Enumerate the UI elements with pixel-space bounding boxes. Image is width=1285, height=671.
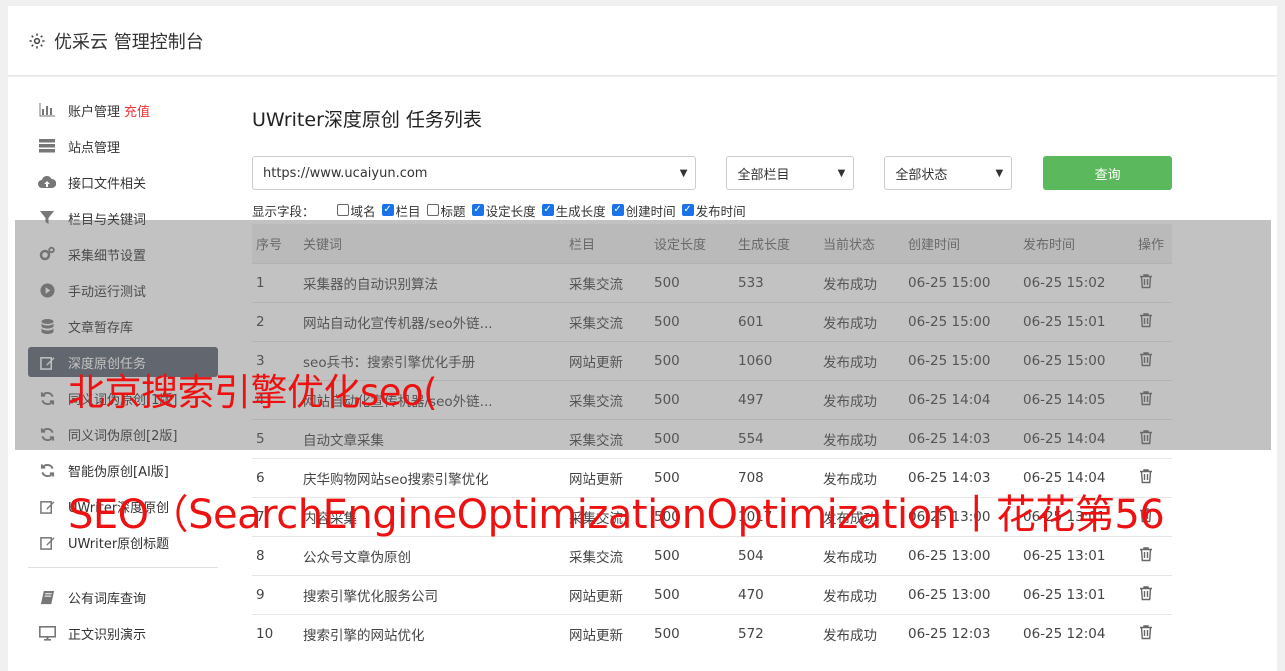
sidebar-item[interactable]: 正文识别演示 (28, 618, 218, 648)
sidebar-item-label: 正文识别演示 (68, 627, 147, 643)
sidebar-item-label: 智能伪原创[AI版] (68, 464, 169, 480)
table-cell: 06-25 13:01 (1019, 574, 1134, 614)
checkbox-box[interactable]: ✓ (471, 204, 484, 216)
field-checkbox-label: 发布时间 (695, 203, 746, 219)
status-select[interactable]: 全部状态 ▼ (884, 156, 1013, 190)
gear-icon (28, 32, 46, 50)
status-cell: 发布成功 (819, 535, 904, 575)
actions-cell (1134, 613, 1172, 653)
edit-icon (38, 533, 56, 551)
field-checkbox-label: 设定长度 (485, 203, 536, 219)
watermark-text-1: 北京搜索引擎优化seo( (68, 371, 438, 414)
table-cell: 采集交流 (565, 535, 650, 575)
status-cell: 发布成功 (819, 574, 904, 614)
table-cell: 500 (650, 613, 734, 653)
table-cell: 9 (252, 574, 299, 614)
table-cell: 8 (252, 535, 299, 575)
query-button[interactable]: 查询 (1043, 156, 1172, 190)
table-row: 9 搜索引擎优化服务公司 网站更新 500 470 发布成功 06-25 13:00 06-2… (252, 574, 1172, 614)
display-fields-label: 显示字段： (252, 203, 315, 219)
sidebar-item[interactable]: 接口文件相关 (28, 167, 218, 197)
checkbox-box[interactable] (426, 204, 439, 216)
column-select[interactable]: 全部栏目 ▼ (726, 156, 855, 190)
table-row: 10 搜索引擎的网站优化 网站更新 500 572 发布成功 06-25 12:03 06-2… (252, 613, 1172, 653)
field-checkbox[interactable]: ✓ 发布时间 (681, 201, 746, 220)
edit-icon (38, 497, 56, 515)
chevron-down-icon: ▼ (995, 167, 1004, 179)
app-header: 优采云 管理控制台 (8, 6, 1277, 76)
table-cell: 500 (650, 535, 734, 575)
bar-chart-icon (38, 101, 56, 119)
table-cell: 06-25 13:01 (1019, 535, 1134, 575)
checkbox-box[interactable] (336, 204, 349, 216)
table-cell: 572 (734, 613, 819, 653)
table-cell: 06-25 13:00 (904, 574, 1019, 614)
field-checkbox[interactable]: ✓ 生成长度 (541, 201, 606, 220)
sidebar-item[interactable]: 站点管理 (28, 131, 218, 161)
app-title: 优采云 管理控制台 (54, 31, 204, 53)
sidebar-item-label: 站点管理 (68, 140, 121, 156)
recharge-link[interactable]: 充值 (124, 101, 150, 120)
status-cell: 发布成功 (819, 613, 904, 653)
field-checkbox-label: 生成长度 (555, 203, 606, 219)
cloud-upload-icon (38, 173, 56, 191)
filter-bar: https://www.ucaiyun.com ▼ 全部栏目 ▼ 全部状态 ▼ … (252, 156, 1172, 190)
table-row: 8 公众号文章伪原创 采集交流 500 504 发布成功 06-25 13:00 06-25 … (252, 535, 1172, 575)
sidebar-divider (28, 567, 218, 568)
field-checkbox[interactable]: 标题 (426, 201, 466, 220)
site-select-value: https://www.ucaiyun.com (263, 165, 428, 181)
book-icon (38, 588, 56, 606)
table-cell: 470 (734, 574, 819, 614)
field-checkbox-label: 创建时间 (625, 203, 676, 219)
table-cell: 网站更新 (565, 613, 650, 653)
checkbox-box[interactable]: ✓ (381, 204, 394, 216)
sidebar-item-label: 接口文件相关 (68, 176, 147, 192)
table-cell: 06-25 12:04 (1019, 613, 1134, 653)
field-checkbox-label: 标题 (440, 203, 466, 219)
display-fields: 显示字段： 域名 ✓ 栏目 标题 ✓ 设定长度 ✓ 生成长度 ✓ 创建时间 ✓ 发布时间 (252, 201, 1172, 220)
field-checkbox[interactable]: ✓ 创建时间 (611, 201, 676, 220)
chevron-down-icon: ▼ (837, 167, 846, 179)
status-select-value: 全部状态 (895, 167, 948, 183)
checkbox-box[interactable]: ✓ (681, 204, 694, 216)
sidebar-item[interactable]: 账户管理 充值 (28, 95, 218, 125)
trash-icon[interactable] (1138, 546, 1154, 562)
field-checkbox[interactable]: ✓ 栏目 (381, 201, 421, 220)
page-title: UWriter深度原创 任务列表 (252, 109, 482, 131)
actions-cell (1134, 574, 1172, 614)
actions-cell (1134, 535, 1172, 575)
sidebar-item[interactable]: 智能伪原创[AI版] (28, 455, 218, 485)
table-cell: 公众号文章伪原创 (299, 535, 565, 575)
table-cell: 搜索引擎的网站优化 (299, 613, 565, 653)
trash-icon[interactable] (1138, 585, 1154, 601)
chevron-down-icon: ▼ (679, 167, 688, 179)
checkbox-box[interactable]: ✓ (611, 204, 624, 216)
server-icon (38, 137, 56, 155)
table-cell: 06-25 13:00 (904, 535, 1019, 575)
field-checkbox-label: 栏目 (395, 203, 421, 219)
refresh-icon (38, 461, 56, 479)
sidebar-item-label: 公有词库查询 (68, 591, 147, 607)
table-cell: 10 (252, 613, 299, 653)
checkbox-box[interactable]: ✓ (541, 204, 554, 216)
monitor-icon (38, 624, 56, 642)
table-cell: 06-25 12:03 (904, 613, 1019, 653)
table-cell: 搜索引擎优化服务公司 (299, 574, 565, 614)
field-checkbox-label: 域名 (350, 203, 376, 219)
table-cell: 网站更新 (565, 574, 650, 614)
field-checkbox[interactable]: ✓ 设定长度 (471, 201, 536, 220)
trash-icon[interactable] (1138, 624, 1154, 640)
column-select-value: 全部栏目 (737, 167, 790, 183)
sidebar-item[interactable]: 公有词库查询 (28, 582, 218, 612)
watermark-text-2: SEO（SearchEngineOptimizationOptimization… (68, 492, 1165, 538)
table-cell: 504 (734, 535, 819, 575)
table-cell: 500 (650, 574, 734, 614)
site-select[interactable]: https://www.ucaiyun.com ▼ (252, 156, 697, 190)
sidebar-item-label: 账户管理 (68, 104, 121, 120)
field-checkbox[interactable]: 域名 (336, 201, 376, 220)
